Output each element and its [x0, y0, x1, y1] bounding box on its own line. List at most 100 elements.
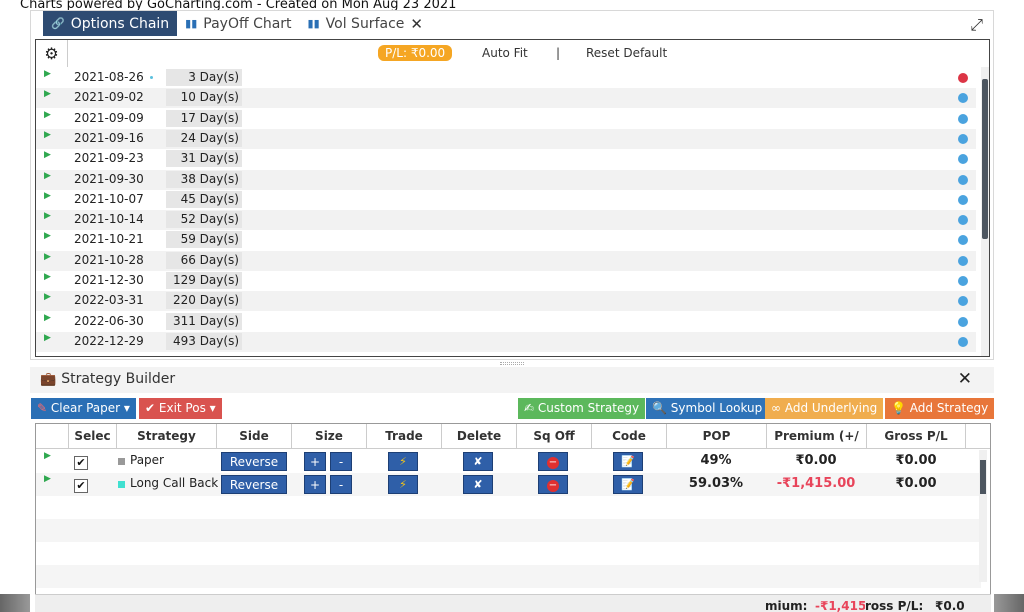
- status-dot[interactable]: [958, 215, 968, 226]
- expiry-row[interactable]: ▶ 2021-09-16 24 Day(s): [36, 128, 976, 149]
- status-dot[interactable]: [958, 93, 968, 104]
- status-dot[interactable]: [958, 255, 968, 266]
- tab-label: Vol Surface: [325, 15, 405, 32]
- expand-icon[interactable]: ⤢: [970, 15, 983, 35]
- expiry-date: 2022-06-30: [74, 313, 144, 328]
- expiry-date: 2021-10-28: [74, 252, 144, 267]
- chain-toolbar: ⚙ P/L: ₹0.00 Auto Fit | Reset Default: [36, 40, 989, 67]
- flag-icon: ▶: [44, 251, 51, 262]
- status-dot[interactable]: [958, 235, 968, 246]
- reverse-button[interactable]: Reverse: [221, 452, 287, 471]
- code-edit-icon[interactable]: 📝: [613, 475, 643, 494]
- reset-default-button[interactable]: Reset Default: [586, 46, 667, 60]
- check-icon: ✔: [145, 401, 156, 415]
- exit-pos-button[interactable]: ✔ Exit Pos ▾: [139, 398, 222, 419]
- status-dot[interactable]: [958, 174, 968, 185]
- size-plus-button[interactable]: +: [304, 475, 326, 494]
- clear-paper-button[interactable]: ✎ Clear Paper ▾: [31, 398, 136, 419]
- expiry-date: 2022-03-31: [74, 293, 144, 308]
- status-dot[interactable]: [958, 276, 968, 286]
- expiry-row[interactable]: ▶ 2021-10-21 59 Day(s): [36, 230, 976, 250]
- col-header-select[interactable]: Selec: [68, 424, 116, 449]
- col-header-gross-pl[interactable]: Gross P/L: [866, 424, 966, 449]
- expiry-row[interactable]: ▶ 2022-12-29 493 Day(s): [36, 331, 976, 352]
- size-minus-button[interactable]: -: [330, 452, 352, 471]
- premium-value: -₹1,415.00: [776, 476, 856, 491]
- expiry-row[interactable]: ▶ 2021-09-09 17 Day(s): [36, 109, 976, 129]
- expiry-row[interactable]: ▶ 2021-10-14 52 Day(s): [36, 210, 976, 231]
- col-header-size[interactable]: Size: [291, 424, 366, 449]
- options-chain-table: ⚙ P/L: ₹0.00 Auto Fit | Reset Default ▶ 2…: [35, 39, 990, 357]
- empty-row: [36, 565, 981, 588]
- status-dot[interactable]: [958, 113, 968, 124]
- code-edit-icon[interactable]: 📝: [613, 452, 643, 471]
- status-dot[interactable]: [958, 296, 968, 307]
- expiry-row[interactable]: ▶ 2021-08-26 3 Day(s): [36, 68, 976, 88]
- tab-vol-surface[interactable]: ▮▮ Vol Surface ✕: [300, 11, 431, 36]
- select-checkbox[interactable]: ✔: [74, 479, 88, 493]
- tab-payoff-chart[interactable]: ▮▮ PayOff Chart: [177, 11, 299, 36]
- table-row[interactable]: ▶ ✔ Long Call Back Reverse + - ⚡ ✘ − 📝 5…: [36, 473, 981, 496]
- close-tab-icon[interactable]: ✕: [410, 15, 423, 33]
- close-icon[interactable]: ✕: [958, 369, 972, 389]
- flag-icon: ▶: [44, 312, 51, 323]
- size-plus-button[interactable]: +: [304, 452, 326, 471]
- flag-icon: ▶: [44, 170, 51, 181]
- premium-summary-label: mium:: [765, 599, 808, 612]
- col-header-side[interactable]: Side: [216, 424, 291, 449]
- select-checkbox[interactable]: ✔: [74, 456, 88, 470]
- chain-scrollbar[interactable]: [981, 67, 989, 356]
- flag-icon: ▶: [44, 272, 51, 282]
- expiry-row[interactable]: ▶ 2021-09-02 10 Day(s): [36, 88, 976, 109]
- expiry-row[interactable]: ▶ 2022-03-31 220 Day(s): [36, 291, 976, 312]
- days-to-expiry: 24 Day(s): [166, 129, 242, 147]
- flag-icon: ▶: [44, 69, 51, 79]
- scrollbar-thumb[interactable]: [982, 79, 988, 239]
- col-header-pop[interactable]: POP: [666, 424, 766, 449]
- col-header-premium[interactable]: Premium (+/: [766, 424, 866, 449]
- status-dot[interactable]: [958, 336, 968, 347]
- expiry-row[interactable]: ▶ 2021-10-28 66 Day(s): [36, 250, 976, 271]
- gross-pl-value: ₹0.00: [895, 453, 937, 468]
- status-dot[interactable]: [958, 154, 968, 165]
- auto-fit-button[interactable]: Auto Fit: [482, 46, 528, 60]
- empty-row: [36, 496, 981, 519]
- status-dot[interactable]: [958, 133, 968, 144]
- flag-icon: ▶: [44, 451, 51, 461]
- days-to-expiry: 3 Day(s): [166, 69, 242, 86]
- trade-lightning-icon[interactable]: ⚡: [388, 452, 418, 471]
- custom-strategy-button[interactable]: ✍ Custom Strategy: [518, 398, 646, 419]
- delete-x-icon[interactable]: ✘: [463, 452, 493, 471]
- size-minus-button[interactable]: -: [330, 475, 352, 494]
- reverse-button[interactable]: Reverse: [221, 475, 287, 494]
- panel-splitter[interactable]: [500, 362, 524, 365]
- grid-scrollbar[interactable]: [979, 450, 987, 582]
- status-dot[interactable]: [958, 194, 968, 205]
- trade-lightning-icon[interactable]: ⚡: [388, 475, 418, 494]
- col-header-code[interactable]: Code: [591, 424, 666, 449]
- tab-label: Options Chain: [70, 15, 170, 32]
- add-underlying-button[interactable]: ∞ Add Underlying: [765, 398, 884, 419]
- square-off-icon[interactable]: −: [538, 452, 568, 471]
- square-off-icon[interactable]: −: [538, 475, 568, 494]
- table-row[interactable]: ▶ ✔ Paper Reverse + - ⚡ ✘ − 📝 49% ₹0.00 …: [36, 450, 981, 473]
- status-dot[interactable]: [958, 73, 968, 83]
- symbol-lookup-button[interactable]: 🔍 Symbol Lookup: [646, 398, 769, 419]
- status-dot[interactable]: [958, 316, 968, 327]
- flag-icon: ▶: [44, 150, 51, 161]
- col-header-delete[interactable]: Delete: [441, 424, 516, 449]
- add-strategy-button[interactable]: 💡 Add Strategy: [885, 398, 995, 419]
- expiry-row[interactable]: ▶ 2021-09-30 38 Day(s): [36, 169, 976, 190]
- expiry-row[interactable]: ▶ 2022-06-30 311 Day(s): [36, 312, 976, 332]
- expiry-row[interactable]: ▶ 2021-12-30 129 Day(s): [36, 271, 976, 291]
- col-header-trade[interactable]: Trade: [366, 424, 441, 449]
- settings-gear-icon[interactable]: ⚙: [36, 40, 68, 67]
- delete-x-icon[interactable]: ✘: [463, 475, 493, 494]
- col-header-strategy[interactable]: Strategy: [116, 424, 216, 449]
- tab-options-chain[interactable]: 🔗 Options Chain: [43, 11, 178, 36]
- expiry-row[interactable]: ▶ 2021-09-23 31 Day(s): [36, 149, 976, 169]
- expiry-date: 2021-09-09: [74, 110, 144, 125]
- expiry-row[interactable]: ▶ 2021-10-07 45 Day(s): [36, 190, 976, 210]
- scrollbar-thumb[interactable]: [980, 460, 986, 494]
- col-header-sq-off[interactable]: Sq Off: [516, 424, 591, 449]
